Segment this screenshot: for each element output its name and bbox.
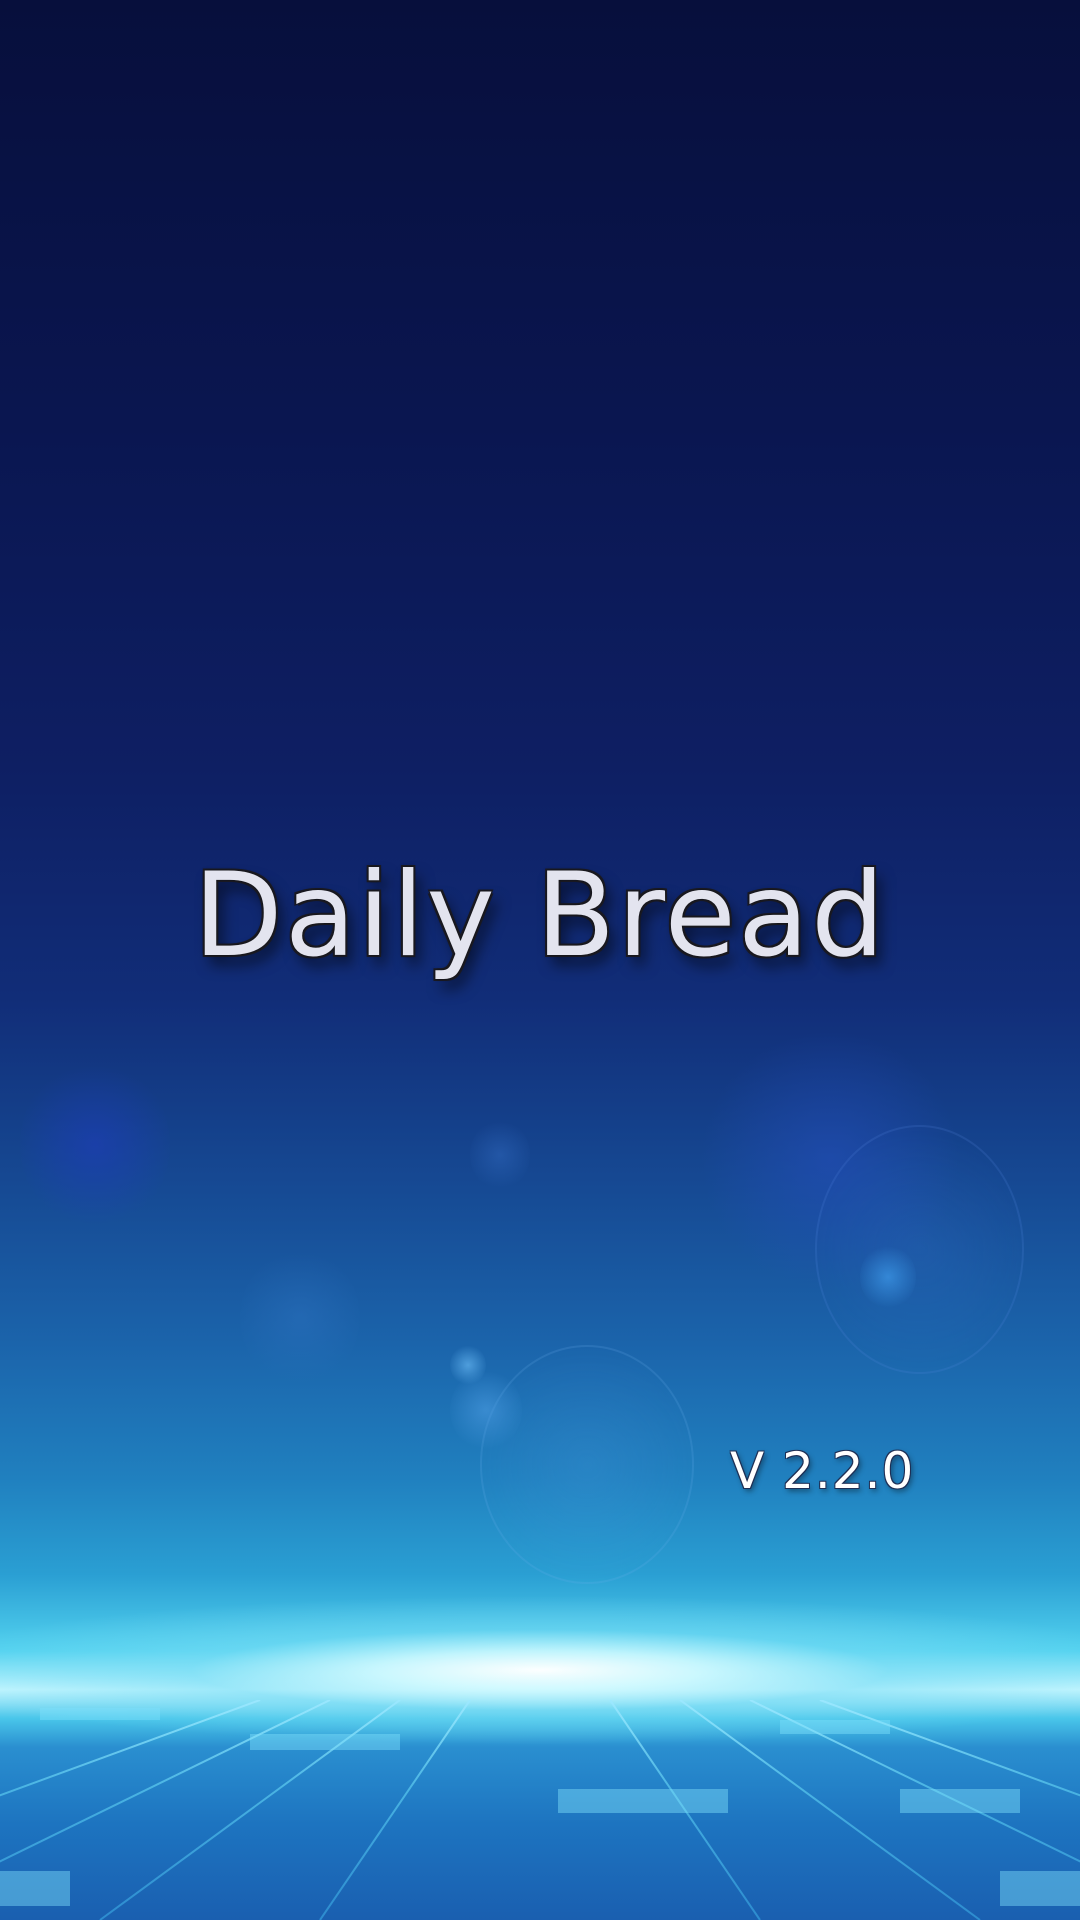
bokeh-light bbox=[450, 1370, 522, 1450]
splash-screen: Daily Bread V 2.2.0 bbox=[0, 0, 1080, 1920]
version-label: V 2.2.0 bbox=[730, 1442, 915, 1500]
bokeh-light bbox=[20, 1060, 170, 1230]
bokeh-light bbox=[450, 1345, 486, 1385]
bokeh-light bbox=[240, 1250, 360, 1385]
grid-floor bbox=[0, 1700, 1080, 1920]
bokeh-light bbox=[860, 1245, 916, 1309]
bokeh-light bbox=[700, 1030, 960, 1290]
bokeh-ring bbox=[815, 1125, 1024, 1374]
bokeh-ring bbox=[480, 1345, 694, 1584]
bokeh-light bbox=[470, 1120, 530, 1190]
app-title: Daily Bread bbox=[193, 848, 887, 983]
